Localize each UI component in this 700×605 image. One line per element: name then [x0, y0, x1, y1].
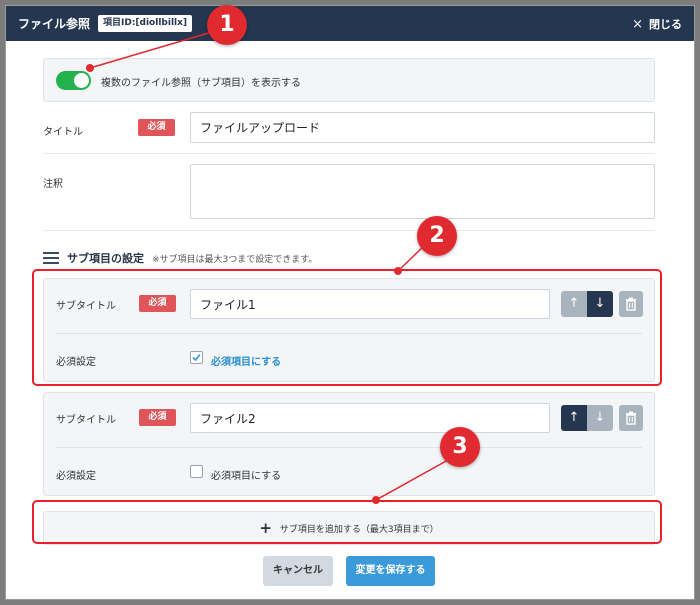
callout-badge-2: 2: [417, 216, 457, 256]
callout-anchor-2: [394, 267, 402, 275]
callout-badge-3: 3: [440, 427, 480, 467]
callout-anchor-3: [372, 496, 380, 504]
callout-badge-1: 1: [207, 5, 247, 45]
callout-leader-lines: [89, 31, 449, 501]
callout-anchor-1: [86, 64, 94, 72]
